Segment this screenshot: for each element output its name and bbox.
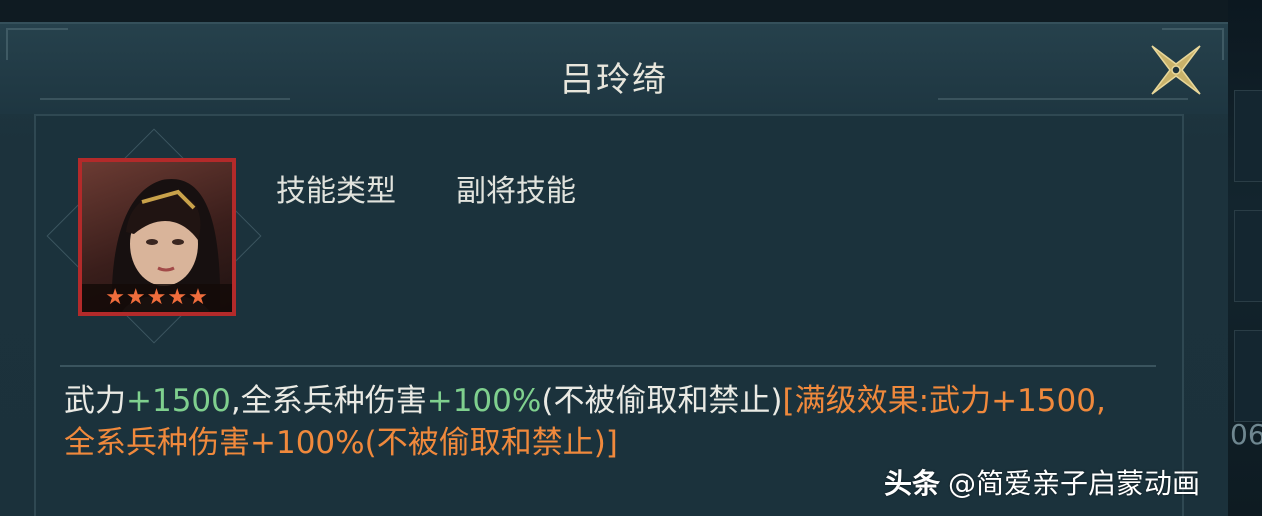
desc-stat-name: 武力 bbox=[64, 383, 126, 419]
desc-max-effect: [满级效果:武力+1500, bbox=[782, 383, 1106, 419]
desc-damage-label: ,全系兵种伤害 bbox=[230, 383, 427, 419]
desc-max-effect-cont: 全系兵种伤害+100%(不被偷取和禁止)] bbox=[64, 425, 618, 461]
skill-type-label: 技能类型 bbox=[276, 174, 396, 209]
watermark-logo: 头条 bbox=[884, 467, 941, 500]
desc-stat-bonus: +1500 bbox=[126, 383, 231, 419]
desc-note: (不被偷取和禁止) bbox=[541, 383, 783, 419]
general-portrait-image: ★★★★★ bbox=[82, 162, 232, 312]
skill-description: 武力+1500,全系兵种伤害+100%(不被偷取和禁止)[满级效果:武力+150… bbox=[64, 380, 1164, 464]
desc-damage-bonus: +100% bbox=[426, 383, 542, 419]
watermark-text: @简爱亲子启蒙动画 bbox=[948, 467, 1201, 500]
dialog-title: 吕玲绮 bbox=[560, 60, 668, 100]
background-slot bbox=[1234, 330, 1262, 422]
background-number: 06 bbox=[1230, 418, 1262, 451]
background-slot bbox=[1234, 210, 1262, 302]
title-divider bbox=[40, 98, 290, 100]
star-rating: ★★★★★ bbox=[82, 284, 232, 312]
general-portrait[interactable]: ★★★★★ bbox=[78, 158, 236, 316]
title-divider bbox=[938, 98, 1188, 100]
close-x-icon[interactable] bbox=[1148, 42, 1204, 98]
background-slot bbox=[1234, 90, 1262, 182]
watermark: 头条 @简爱亲子启蒙动画 bbox=[884, 462, 1200, 502]
skill-type-value: 副将技能 bbox=[456, 174, 576, 209]
section-divider bbox=[60, 365, 1156, 367]
